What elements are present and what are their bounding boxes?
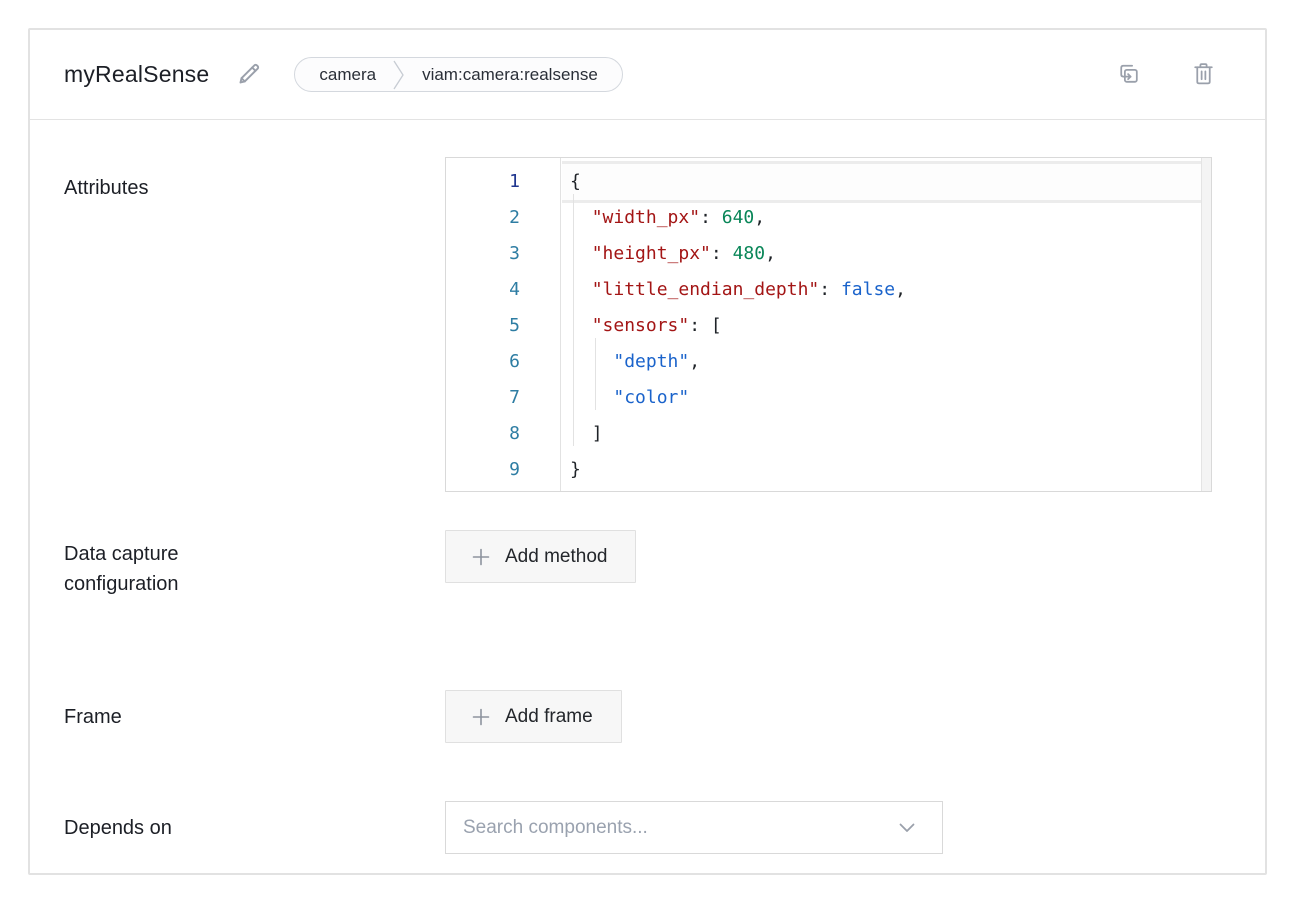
component-config-card: myRealSense camera viam:camera:realsense <box>28 28 1267 875</box>
attributes-label: Attributes <box>64 157 445 492</box>
add-method-button[interactable]: Add method <box>445 530 636 583</box>
code-line: "depth", <box>570 344 1201 380</box>
data-capture-label: Data capture configuration <box>64 530 445 599</box>
indent-guide <box>595 338 596 410</box>
indent-guide <box>573 194 574 446</box>
component-type: camera <box>319 65 376 85</box>
code-line: { <box>570 164 1201 200</box>
attributes-row: Attributes 123456789 { "width_px": 640, … <box>30 157 1265 492</box>
line-number: 8 <box>446 416 560 452</box>
chevron-down-icon <box>899 823 915 833</box>
edit-name-button[interactable] <box>236 60 263 90</box>
search-components-input[interactable] <box>446 802 942 853</box>
header-actions <box>1115 60 1216 90</box>
code-line: "width_px": 640, <box>570 200 1201 236</box>
attributes-json-editor[interactable]: 123456789 { "width_px": 640, "height_px"… <box>445 157 1212 492</box>
breadcrumb-chevron-icon <box>393 58 405 92</box>
trash-icon <box>1191 60 1216 90</box>
code-line: ] <box>570 416 1201 452</box>
data-capture-row: Data capture configuration Add method <box>30 530 1265 599</box>
code-line: "sensors": [ <box>570 308 1201 344</box>
code-line: "color" <box>570 380 1201 416</box>
code-line: } <box>570 452 1201 488</box>
line-number: 2 <box>446 200 560 236</box>
card-header: myRealSense camera viam:camera:realsense <box>30 30 1265 120</box>
frame-row: Frame Add frame <box>30 690 1265 743</box>
editor-code: { "width_px": 640, "height_px": 480, "li… <box>562 158 1201 491</box>
editor-scrollbar[interactable] <box>1201 158 1211 491</box>
frame-label: Frame <box>64 690 445 743</box>
depends-on-row: Depends on <box>30 801 1265 854</box>
line-number: 5 <box>446 308 560 344</box>
add-method-label: Add method <box>505 546 607 568</box>
line-number: 9 <box>446 452 560 488</box>
line-number: 1 <box>446 164 560 200</box>
line-number: 7 <box>446 380 560 416</box>
type-model-badge: camera viam:camera:realsense <box>294 57 622 92</box>
plus-icon <box>471 707 491 727</box>
component-name: myRealSense <box>64 61 209 88</box>
depends-on-select[interactable] <box>445 801 943 854</box>
code-line: "height_px": 480, <box>570 236 1201 272</box>
code-line: "little_endian_depth": false, <box>570 272 1201 308</box>
editor-gutter: 123456789 <box>446 158 561 491</box>
duplicate-icon <box>1115 60 1142 90</box>
delete-button[interactable] <box>1191 60 1216 90</box>
add-frame-label: Add frame <box>505 706 593 728</box>
line-number: 3 <box>446 236 560 272</box>
line-number: 6 <box>446 344 560 380</box>
plus-icon <box>471 547 491 567</box>
line-number: 4 <box>446 272 560 308</box>
duplicate-button[interactable] <box>1115 60 1142 90</box>
add-frame-button[interactable]: Add frame <box>445 690 622 743</box>
depends-on-label: Depends on <box>64 801 445 854</box>
pencil-icon <box>236 60 263 90</box>
component-model: viam:camera:realsense <box>422 65 598 85</box>
